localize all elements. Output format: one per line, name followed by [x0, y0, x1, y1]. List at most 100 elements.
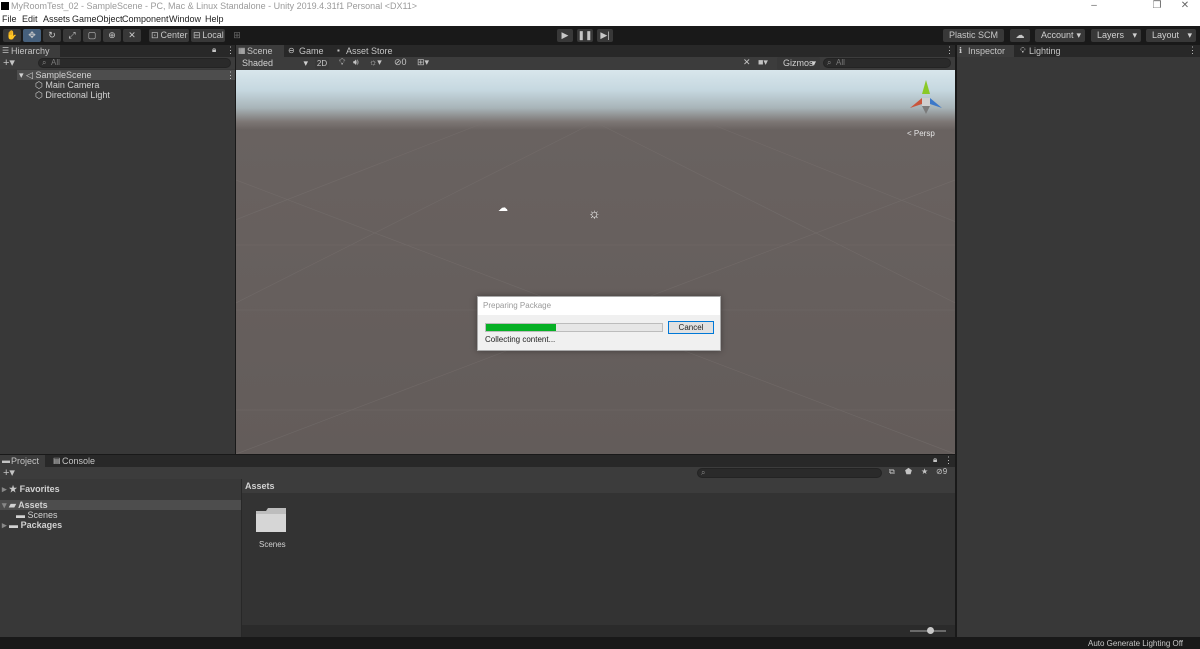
progress-fill — [486, 324, 557, 331]
info-icon: ℹ — [959, 46, 963, 55]
layout-dropdown[interactable]: Layout — [1146, 29, 1196, 42]
gizmos-dropdown[interactable]: Gizmos — [777, 57, 820, 70]
perspective-label[interactable]: < Persp — [907, 129, 935, 138]
rotate-tool-icon[interactable]: ↻ — [43, 29, 61, 42]
move-tool-icon[interactable]: ✥ — [23, 29, 41, 42]
scale-tool-icon[interactable]: ⤢ — [63, 29, 81, 42]
gameobject-cube-icon: ⬡ — [35, 90, 43, 100]
layers-dropdown[interactable]: Layers — [1091, 29, 1141, 42]
scene-viewport[interactable]: ☁ ☼ < Persp — [236, 70, 955, 454]
zoom-slider-thumb[interactable] — [927, 627, 934, 634]
folder-icon — [256, 508, 286, 532]
lock-icon[interactable]: 🔒︎ — [212, 45, 216, 55]
pivot-local-button[interactable]: ⊟ Local — [191, 29, 225, 42]
dialog-status-text: Collecting content... — [485, 335, 556, 344]
orientation-gizmo-icon[interactable] — [904, 76, 948, 118]
progress-bar — [485, 323, 663, 332]
restore-button[interactable]: ❐ — [1142, 0, 1172, 13]
menu-window[interactable]: Window — [169, 14, 201, 24]
menu-bar: File Edit Assets GameObject Component Wi… — [0, 13, 1200, 26]
menu-edit[interactable]: Edit — [22, 14, 38, 24]
local-icon: ⊟ — [193, 30, 201, 40]
more-options-icon[interactable]: ⋮ — [226, 45, 235, 56]
minimize-button[interactable]: – — [1079, 0, 1109, 13]
cloud-icon[interactable]: ☁ — [1010, 29, 1030, 42]
favorite-star-icon[interactable]: ★ — [921, 467, 928, 476]
2d-toggle[interactable]: 2D — [315, 58, 329, 69]
more-options-icon[interactable]: ⋮ — [944, 455, 953, 466]
tab-game[interactable]: ⊖ Game — [286, 45, 328, 57]
menu-help[interactable]: Help — [205, 14, 224, 24]
hierarchy-search-input[interactable]: All — [38, 58, 231, 68]
expand-arrow-icon: ▾ — [19, 70, 24, 80]
camera-gizmo-icon[interactable]: ☁ — [498, 204, 510, 214]
window-title: MyRoomTest_02 - SampleScene - PC, Mac & … — [11, 1, 418, 11]
main-toolbar: ✋ ✥ ↻ ⤢ ▢ ⊕ ✕ ⊡ Center ⊟ Local ⊞ ▶ ❚❚ ▶|… — [0, 26, 1200, 45]
custom-tool-icon[interactable]: ✕ — [123, 29, 141, 42]
cancel-button[interactable]: Cancel — [668, 321, 714, 334]
light-gizmo-icon[interactable]: ☼ — [588, 206, 602, 220]
scenes-folder-tile[interactable] — [256, 507, 286, 533]
step-button[interactable]: ▶| — [597, 29, 613, 42]
more-options-icon[interactable]: ⋮ — [1188, 45, 1197, 56]
store-icon: ▪ — [337, 46, 340, 55]
pivot-icon: ⊡ — [151, 30, 159, 40]
breadcrumb[interactable]: Assets — [245, 481, 275, 491]
lock-icon[interactable]: 🔒︎ — [933, 455, 937, 465]
expand-arrow-icon: ▸ — [2, 520, 7, 530]
pivot-center-button[interactable]: ⊡ Center — [149, 29, 189, 42]
plastic-scm-button[interactable]: Plastic SCM — [943, 29, 1004, 42]
status-bar: Auto Generate Lighting Off — [0, 637, 1200, 649]
asset-footer — [242, 625, 955, 637]
transform-tool-icon[interactable]: ⊕ — [103, 29, 121, 42]
tab-scene[interactable]: ▦ Scene — [236, 45, 284, 57]
create-icon[interactable]: +▾ — [3, 466, 15, 479]
project-panel: ▬ Project ▤ Console 🔒︎ ⋮ +▾ ⧉ ⬟ ★ ⊘9 ▸ ★… — [0, 455, 955, 637]
search-by-type-icon[interactable]: ⧉ — [889, 467, 895, 477]
menu-assets[interactable]: Assets — [43, 14, 70, 24]
grid-dropdown-icon[interactable]: ⊞▾ — [417, 57, 429, 68]
project-tree: ▸ ★ Favorites ▾ ▰ Assets ▬ Scenes ▸ ▬ Pa… — [0, 479, 241, 637]
gamepad-icon: ⊖ — [288, 46, 295, 55]
lighting-toggle-icon[interactable]: 💡︎ — [339, 57, 345, 68]
scene-search-input[interactable]: All — [823, 58, 951, 68]
rect-tool-icon[interactable]: ▢ — [83, 29, 101, 42]
folder-icon: ▬ — [9, 520, 19, 530]
search-by-label-icon[interactable]: ⬟ — [905, 467, 912, 476]
grid-snap-icon[interactable]: ⊞ — [229, 29, 245, 42]
close-button[interactable]: ✕ — [1170, 0, 1200, 13]
status-text[interactable]: Auto Generate Lighting Off — [1088, 639, 1183, 648]
tab-console[interactable]: ▤ Console — [51, 455, 96, 467]
asset-label: Scenes — [259, 540, 286, 549]
menu-component[interactable]: Component — [122, 14, 169, 24]
play-button[interactable]: ▶ — [557, 29, 573, 42]
audio-toggle-icon[interactable]: 🔊︎ — [353, 57, 359, 68]
packages-folder-item[interactable]: ▸ ▬ Packages — [2, 520, 62, 531]
tab-lighting[interactable]: 💡︎ Lighting — [1018, 45, 1068, 57]
project-search-input[interactable] — [697, 468, 882, 478]
hidden-packages-toggle[interactable]: ⊘9 — [936, 467, 947, 476]
scene-grid — [236, 121, 955, 454]
menu-file[interactable]: File — [2, 14, 17, 24]
scene-options-icon[interactable]: ⋮ — [226, 70, 235, 81]
more-options-icon[interactable]: ⋮ — [945, 45, 954, 56]
expand-arrow-icon: ▾ — [2, 500, 7, 510]
account-dropdown[interactable]: Account — [1035, 29, 1085, 42]
hidden-objects-toggle[interactable]: ⊘0 — [394, 57, 407, 68]
title-bar: MyRoomTest_02 - SampleScene - PC, Mac & … — [0, 0, 1200, 13]
effects-dropdown-icon[interactable]: ☼▾ — [369, 57, 382, 68]
tools-icon[interactable]: ✕ — [743, 57, 751, 68]
tab-asset-store[interactable]: ▪ Asset Store — [335, 45, 397, 57]
scenes-folder-item[interactable]: ▬ Scenes — [16, 510, 58, 520]
menu-gameobject[interactable]: GameObject — [72, 14, 123, 24]
folder-open-icon: ▰ — [9, 500, 16, 510]
favorites-item[interactable]: ▸ ★ Favorites — [2, 484, 60, 495]
pause-button[interactable]: ❚❚ — [577, 29, 593, 42]
add-icon[interactable]: +▾ — [3, 56, 15, 69]
shading-mode-dropdown[interactable]: Shaded — [236, 57, 312, 70]
hand-tool-icon[interactable]: ✋ — [3, 29, 21, 42]
tab-inspector[interactable]: ℹ Inspector — [957, 45, 1014, 57]
hierarchy-item-directional-light[interactable]: ⬡ Directional Light — [35, 90, 110, 101]
camera-dropdown-icon[interactable]: ■▾ — [758, 57, 768, 68]
scene-grid-icon: ▦ — [238, 46, 246, 55]
